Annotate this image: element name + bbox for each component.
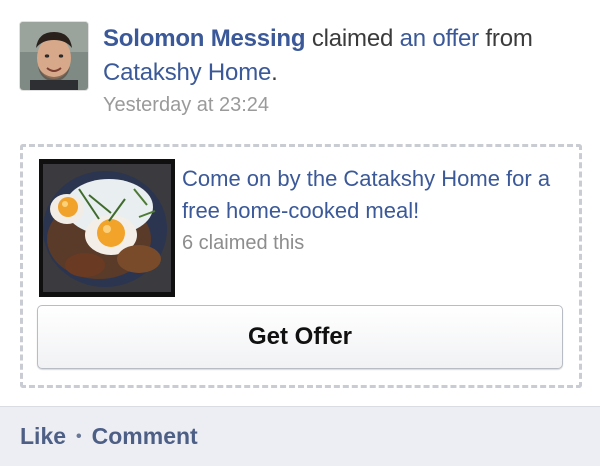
comment-button[interactable]: Comment	[92, 423, 198, 450]
avatar[interactable]	[20, 22, 88, 90]
food-image	[39, 159, 175, 297]
offer-photo[interactable]	[39, 159, 175, 297]
verb-text: claimed	[305, 25, 400, 52]
offer-attachment: Come on by the Catakshy Home for a free …	[20, 144, 582, 388]
story-actions-bar: Like • Comment	[0, 406, 600, 466]
profile-photo	[20, 22, 88, 90]
like-button[interactable]: Like	[20, 423, 66, 450]
offer-claimed-count: 6 claimed this	[182, 232, 305, 254]
headline-period: .	[271, 59, 278, 86]
actor-name-link[interactable]: Solomon Messing	[103, 25, 306, 52]
offer-title-link[interactable]: Come on by the Catakshy Home for a free …	[182, 163, 552, 227]
from-text: from	[478, 25, 533, 52]
feed-story: Solomon Messing claimed an offer from Ca…	[0, 0, 600, 466]
story-timestamp[interactable]: Yesterday at 23:24	[103, 92, 269, 118]
get-offer-button[interactable]: Get Offer	[37, 305, 563, 369]
offer-link[interactable]: an offer	[400, 25, 480, 52]
page-link[interactable]: Catakshy Home	[103, 59, 271, 86]
story-headline: Solomon Messing claimed an offer from Ca…	[103, 22, 583, 90]
action-separator: •	[76, 427, 82, 445]
